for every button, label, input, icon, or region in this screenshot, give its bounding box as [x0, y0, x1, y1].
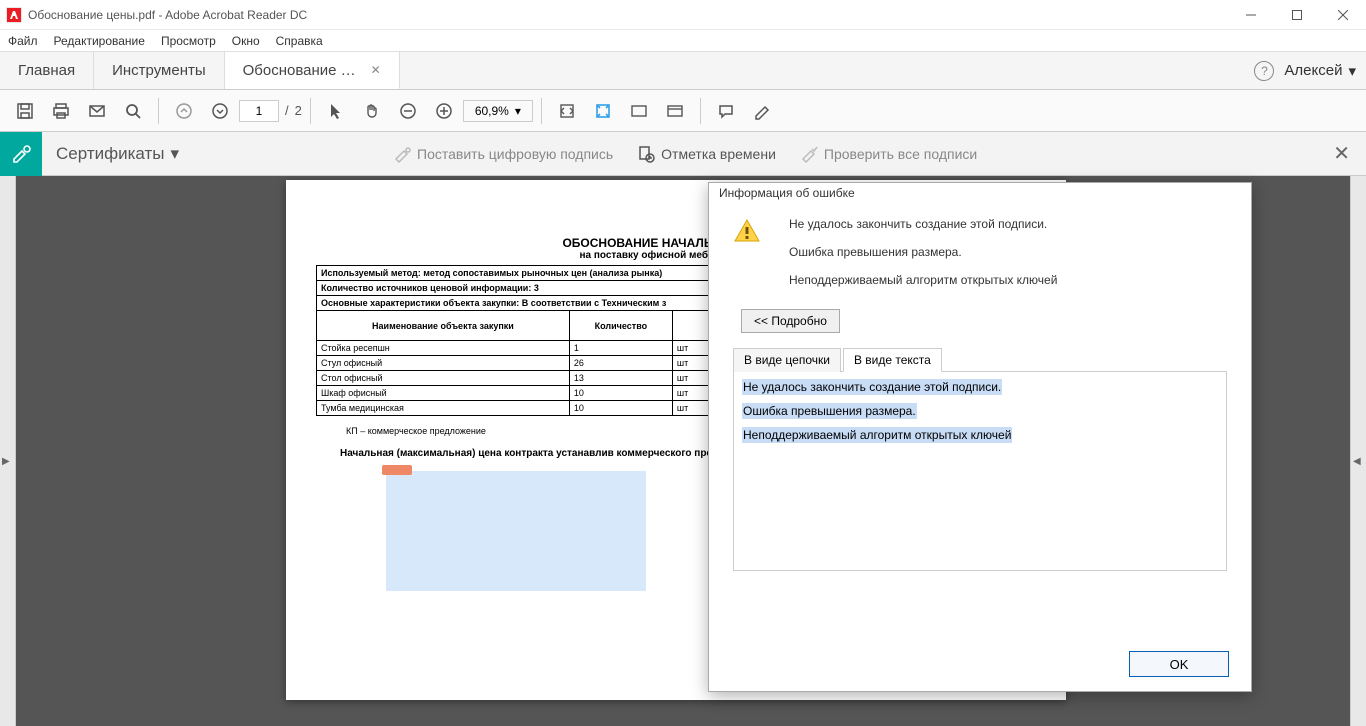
menu-file[interactable]: Файл	[8, 34, 38, 48]
tab-text[interactable]: В виде текста	[843, 348, 942, 372]
tab-tools[interactable]: Инструменты	[94, 52, 225, 89]
zoom-in-icon[interactable]	[427, 94, 461, 128]
minimize-button[interactable]	[1228, 0, 1274, 30]
right-panel-toggle[interactable]: ◀	[1350, 176, 1366, 726]
page-input[interactable]	[239, 100, 279, 122]
tab-home[interactable]: Главная	[0, 52, 94, 89]
window-titlebar: Обоснование цены.pdf - Adobe Acrobat Rea…	[0, 0, 1366, 30]
user-menu[interactable]: Алексей▾	[1284, 62, 1356, 80]
signature-badge-icon	[0, 132, 42, 176]
warning-icon	[733, 217, 761, 245]
error-message-3: Неподдерживаемый алгоритм открытых ключе…	[789, 273, 1057, 287]
details-button[interactable]: << Подробно	[741, 309, 840, 333]
verify-action[interactable]: Проверить все подписи	[800, 145, 977, 163]
dialog-title: Информация об ошибке	[709, 183, 1251, 203]
maximize-button[interactable]	[1274, 0, 1320, 30]
search-icon[interactable]	[116, 94, 150, 128]
save-icon[interactable]	[8, 94, 42, 128]
highlight-icon[interactable]	[745, 94, 779, 128]
error-message-2: Ошибка превышения размера.	[789, 245, 1057, 259]
certificates-bar: Сертификаты▾ Поставить цифровую подпись …	[0, 132, 1366, 176]
ok-button[interactable]: OK	[1129, 651, 1229, 677]
close-tab-icon[interactable]: ✕	[371, 63, 381, 77]
left-panel-toggle[interactable]: ▶	[0, 176, 16, 726]
error-dialog: Информация об ошибке Не удалось закончит…	[708, 182, 1252, 692]
print-icon[interactable]	[44, 94, 78, 128]
fit-width-icon[interactable]	[550, 94, 584, 128]
zoom-level[interactable]: 60,9% ▾	[463, 100, 533, 122]
email-icon[interactable]	[80, 94, 114, 128]
main-toolbar: / 2 60,9% ▾	[0, 90, 1366, 132]
menu-window[interactable]: Окно	[232, 34, 260, 48]
app-icon	[6, 7, 22, 23]
close-panel-icon[interactable]: ✕	[1333, 141, 1366, 166]
hand-icon[interactable]	[355, 94, 389, 128]
fit-page-icon[interactable]	[586, 94, 620, 128]
error-text-box[interactable]: Не удалось закончить создание этой подпи…	[733, 371, 1227, 571]
sign-action[interactable]: Поставить цифровую подпись	[393, 145, 613, 163]
window-title: Обоснование цены.pdf - Adobe Acrobat Rea…	[28, 8, 307, 22]
error-message-1: Не удалось закончить создание этой подпи…	[789, 217, 1057, 231]
page-up-icon[interactable]	[167, 94, 201, 128]
help-icon[interactable]: ?	[1254, 61, 1274, 81]
read-mode-icon[interactable]	[658, 94, 692, 128]
signature-field[interactable]	[386, 471, 646, 591]
timestamp-action[interactable]: Отметка времени	[637, 145, 776, 163]
signature-tab-icon	[382, 465, 412, 475]
menu-help[interactable]: Справка	[276, 34, 323, 48]
tab-bar: Главная Инструменты Обоснование цен...✕ …	[0, 52, 1366, 90]
pointer-icon[interactable]	[319, 94, 353, 128]
close-button[interactable]	[1320, 0, 1366, 30]
tab-chain[interactable]: В виде цепочки	[733, 348, 841, 372]
menu-bar: Файл Редактирование Просмотр Окно Справк…	[0, 30, 1366, 52]
zoom-out-icon[interactable]	[391, 94, 425, 128]
menu-view[interactable]: Просмотр	[161, 34, 216, 48]
page-down-icon[interactable]	[203, 94, 237, 128]
certificates-dropdown[interactable]: Сертификаты▾	[42, 144, 193, 164]
comment-icon[interactable]	[709, 94, 743, 128]
page-indicator: / 2	[239, 100, 302, 122]
chevron-down-icon: ▾	[1348, 62, 1356, 80]
tab-document[interactable]: Обоснование цен...✕	[225, 52, 400, 89]
menu-edit[interactable]: Редактирование	[54, 34, 145, 48]
fullscreen-icon[interactable]	[622, 94, 656, 128]
chevron-down-icon: ▾	[170, 144, 179, 164]
